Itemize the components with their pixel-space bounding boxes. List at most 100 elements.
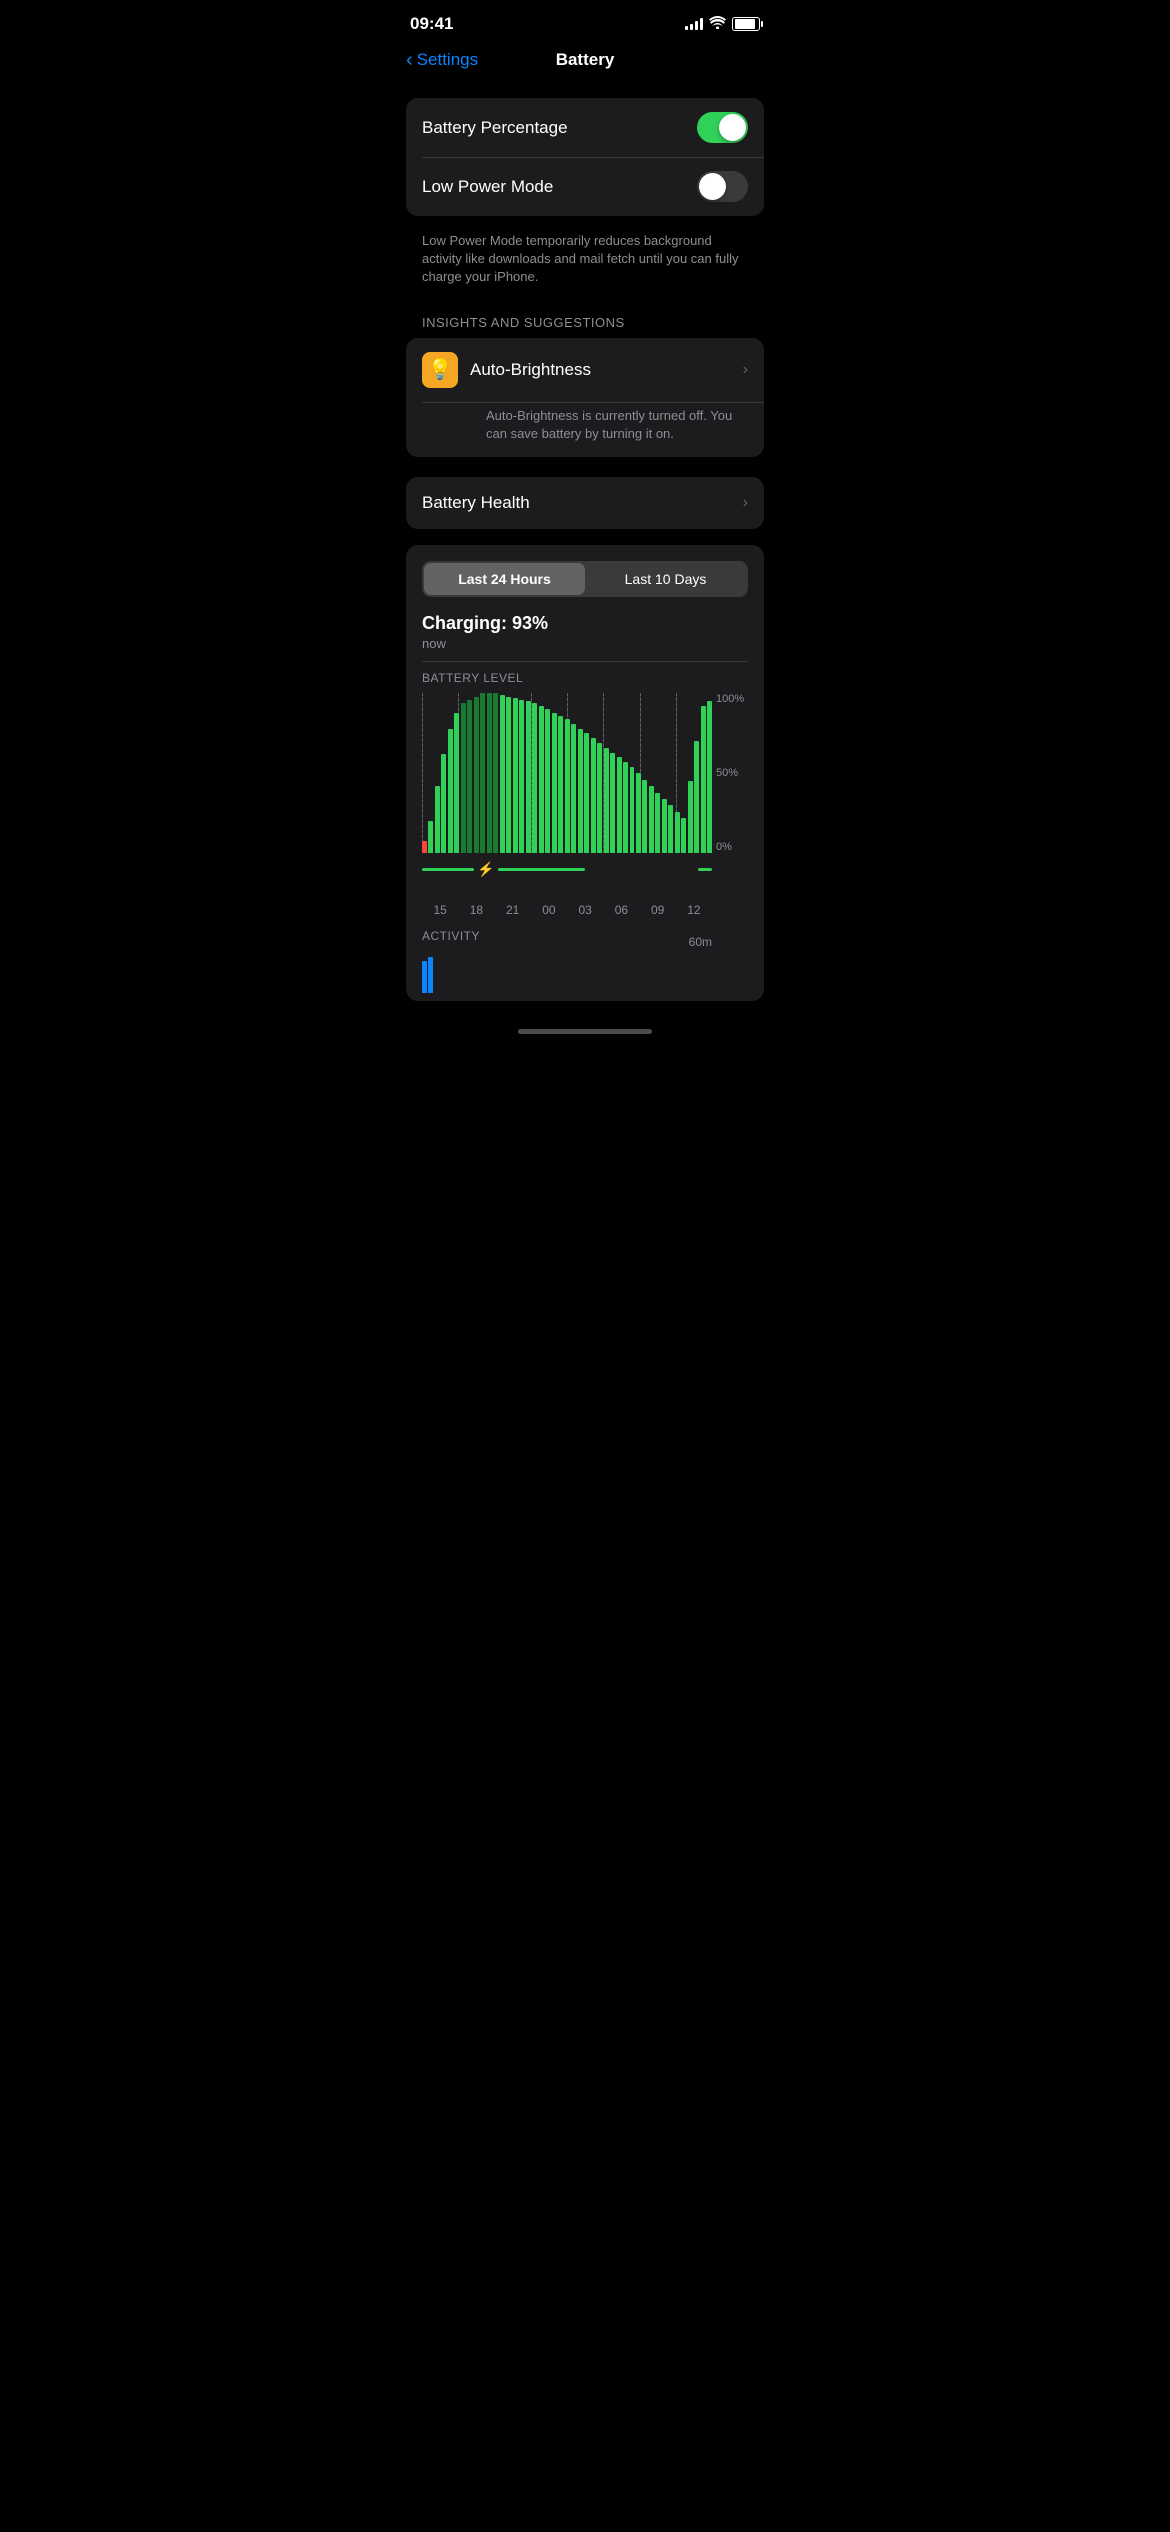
battery-health-row[interactable]: Battery Health ›: [406, 477, 764, 529]
chart-bar-26: [591, 738, 596, 853]
chart-bar-12: [500, 695, 505, 853]
battery-percentage-row[interactable]: Battery Percentage: [406, 98, 764, 157]
battery-percentage-toggle[interactable]: [697, 112, 748, 143]
activity-bar-10: [487, 991, 492, 993]
activity-bar-38: [668, 991, 673, 993]
divider: [422, 661, 748, 662]
activity-bar-34: [642, 991, 647, 993]
chart-bar-29: [610, 753, 615, 854]
chart-bar-33: [636, 773, 641, 853]
chart-bar-32: [630, 767, 635, 853]
home-indicator: [390, 1017, 780, 1042]
activity-chart: [422, 953, 712, 993]
chart-bar-13: [506, 697, 511, 854]
charge-line-end: [698, 868, 713, 871]
charge-line-right: [498, 868, 585, 871]
toggle-knob: [719, 114, 746, 141]
chart-x-labels: 15 18 21 00 03 06 09 12: [422, 903, 712, 917]
x-label-03: 03: [567, 903, 603, 917]
chart-bar-35: [649, 786, 654, 853]
chart-bar-36: [655, 793, 660, 854]
activity-bar-44: [707, 991, 712, 993]
chart-bar-5: [454, 713, 459, 854]
activity-bar-32: [630, 991, 635, 993]
tab-last-10-days[interactable]: Last 10 Days: [585, 563, 746, 595]
y-label-100: 100%: [716, 693, 748, 705]
page-title: Battery: [556, 50, 615, 70]
status-icons: 100: [685, 16, 760, 32]
chart-bar-7: [467, 700, 472, 854]
chart-bar-24: [578, 729, 583, 854]
lightbulb-icon: 💡: [428, 357, 453, 382]
chart-bar-17: [532, 703, 537, 853]
chart-area: 100% 50% 0%: [422, 693, 748, 853]
activity-bar-14: [513, 991, 518, 993]
activity-bar-18: [539, 991, 544, 993]
low-power-mode-toggle[interactable]: [697, 171, 748, 202]
chart-bar-2: [435, 786, 440, 853]
activity-bar-31: [623, 991, 628, 993]
toggle-knob: [699, 173, 726, 200]
chart-bar-18: [539, 706, 544, 853]
chart-bar-31: [623, 762, 628, 853]
chart-bar-43: [701, 706, 706, 853]
chart-bar-21: [558, 716, 563, 854]
bars-container: [422, 693, 712, 853]
activity-bar-1: [428, 957, 433, 993]
x-label-00: 00: [531, 903, 567, 917]
lightning-icon: ⚡: [477, 861, 494, 878]
activity-bar-4: [448, 991, 453, 993]
chart-bar-34: [642, 780, 647, 854]
activity-label: ACTIVITY: [422, 929, 480, 943]
charging-info: Charging: 93% now: [422, 613, 748, 651]
chart-bar-4: [448, 729, 453, 854]
activity-bar-24: [578, 991, 583, 993]
battery-health-label: Battery Health: [422, 493, 530, 513]
activity-bar-8: [474, 991, 479, 993]
activity-bar-29: [610, 991, 615, 993]
activity-bar-12: [500, 991, 505, 993]
nav-bar: ‹ Settings Battery: [390, 42, 780, 82]
y-label-0: 0%: [716, 841, 748, 853]
activity-bar-13: [506, 991, 511, 993]
activity-bar-22: [565, 991, 570, 993]
x-label-21: 21: [495, 903, 531, 917]
activity-bar-28: [604, 991, 609, 993]
activity-bar-35: [649, 991, 654, 993]
auto-brightness-label: Auto-Brightness: [470, 360, 731, 380]
x-label-12: 12: [676, 903, 712, 917]
activity-bar-21: [558, 991, 563, 993]
activity-bar-23: [571, 991, 576, 993]
charge-line-container: ⚡: [422, 861, 712, 878]
activity-bar-9: [480, 991, 485, 993]
x-label-15: 15: [422, 903, 458, 917]
battery-percentage-label: Battery Percentage: [422, 118, 568, 138]
activity-bar-6: [461, 991, 466, 993]
chart-bar-9: [480, 693, 485, 853]
activity-bar-0: [422, 961, 427, 993]
activity-bar-15: [519, 991, 524, 993]
low-power-mode-row[interactable]: Low Power Mode: [406, 157, 764, 216]
back-button[interactable]: ‹ Settings: [406, 49, 478, 72]
brightness-icon-wrap: 💡: [422, 352, 458, 388]
x-label-18: 18: [458, 903, 494, 917]
chart-bar-44: [707, 701, 712, 853]
chart-bar-38: [668, 805, 673, 853]
activity-bar-30: [617, 991, 622, 993]
auto-brightness-row[interactable]: 💡 Auto-Brightness ›: [406, 338, 764, 402]
home-bar: [518, 1029, 652, 1034]
grid-line: [422, 693, 423, 853]
chart-bar-6: [461, 703, 466, 853]
chart-bar-11: [493, 693, 498, 853]
activity-bar-25: [584, 991, 589, 993]
charge-line-left: [422, 868, 474, 871]
chart-bar-27: [597, 743, 602, 853]
activity-bar-42: [694, 991, 699, 993]
chart-section: Last 24 Hours Last 10 Days Charging: 93%…: [406, 545, 764, 1002]
activity-bar-11: [493, 991, 498, 993]
activity-bar-19: [545, 991, 550, 993]
chart-bar-23: [571, 724, 576, 854]
chart-bar-37: [662, 799, 667, 853]
tab-last-24-hours[interactable]: Last 24 Hours: [424, 563, 585, 595]
chart-bar-40: [681, 818, 686, 853]
